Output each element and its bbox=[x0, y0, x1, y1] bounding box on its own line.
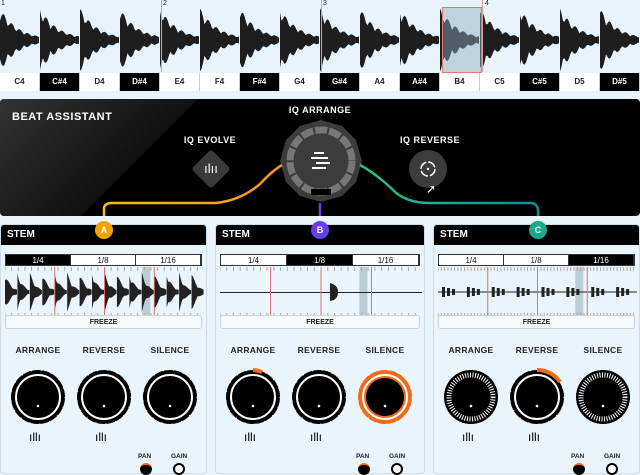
pan-label: PAN bbox=[356, 453, 370, 460]
pan-knob[interactable] bbox=[573, 463, 585, 475]
key-G4[interactable]: G4 bbox=[280, 73, 320, 91]
knob-label-arrange: ARRANGE bbox=[15, 345, 61, 355]
division-tab-1-16[interactable]: 1/16 bbox=[353, 255, 419, 265]
key-E4[interactable]: E4 bbox=[160, 73, 200, 91]
division-tabs: 1/4 1/8 1/16 bbox=[438, 254, 635, 266]
pan-label: PAN bbox=[571, 453, 585, 460]
stem-panel-a: STEM 1/4 1/8 1/16 FREEZE ARRANGE ıllı REVER… bbox=[0, 224, 207, 475]
reverse-knob[interactable] bbox=[75, 368, 133, 426]
stem-waveform[interactable] bbox=[220, 267, 422, 317]
division-tab-1-8[interactable]: 1/8 bbox=[504, 255, 569, 265]
waveform-icon[interactable]: ıllı bbox=[95, 430, 107, 444]
arrange-knob[interactable] bbox=[442, 368, 500, 426]
freeze-button[interactable]: FREEZE bbox=[220, 315, 420, 329]
waveform-icon[interactable]: ıllı bbox=[462, 430, 474, 444]
knob-label-silence: SILENCE bbox=[365, 345, 405, 355]
waveform-icon[interactable]: ıllı bbox=[29, 430, 41, 444]
key-row: C4 C#4 D4 D#4 E4 F4 F#4 G4 G#4 A4 A#4 B4 C5 C#5 D5 D#5 bbox=[0, 73, 640, 91]
selected-slice[interactable] bbox=[442, 7, 482, 73]
waveform-icon[interactable]: ıllı bbox=[528, 430, 540, 444]
waveform-icon[interactable]: ıllı bbox=[244, 430, 256, 444]
silence-knob[interactable] bbox=[574, 368, 632, 426]
stem-badge-a: A bbox=[95, 221, 113, 239]
knob-label-silence: SILENCE bbox=[583, 345, 623, 355]
gain-knob[interactable] bbox=[391, 463, 403, 475]
gain-label: GAIN bbox=[171, 453, 188, 460]
stem-panel-b: STEM 1/4 1/8 1/16 FREEZE ARRANGE ıllı REVER… bbox=[215, 224, 425, 475]
stem-waveform[interactable] bbox=[438, 267, 637, 317]
gain-knob[interactable] bbox=[173, 463, 185, 475]
division-tabs: 1/4 1/8 1/16 bbox=[220, 254, 420, 266]
timeline-waveform bbox=[0, 8, 639, 72]
knob-label-arrange: ARRANGE bbox=[230, 345, 276, 355]
stem-badge-b: B bbox=[311, 221, 329, 239]
division-tab-1-4[interactable]: 1/4 bbox=[439, 255, 504, 265]
stem-waveform[interactable] bbox=[5, 267, 204, 317]
silence-knob[interactable] bbox=[356, 368, 414, 426]
key-C4[interactable]: C4 bbox=[0, 73, 40, 91]
measure-line bbox=[482, 0, 483, 72]
knob-label-reverse: REVERSE bbox=[297, 345, 341, 355]
measure-number: 3 bbox=[323, 0, 327, 7]
key-Dsharp4[interactable]: D#4 bbox=[120, 73, 160, 91]
pan-knob[interactable] bbox=[358, 463, 370, 475]
division-tab-1-4[interactable]: 1/4 bbox=[6, 255, 71, 265]
key-Csharp4[interactable]: C#4 bbox=[40, 73, 80, 91]
division-tab-1-16[interactable]: 1/16 bbox=[569, 255, 634, 265]
key-Asharp4[interactable]: A#4 bbox=[400, 73, 440, 91]
waveform-icon[interactable]: ıllı bbox=[310, 430, 322, 444]
division-tabs: 1/4 1/8 1/16 bbox=[5, 254, 202, 266]
routing-lines bbox=[102, 163, 540, 216]
division-tab-1-8[interactable]: 1/8 bbox=[287, 255, 353, 265]
freeze-button[interactable]: FREEZE bbox=[5, 315, 202, 329]
key-B4[interactable]: B4 bbox=[440, 73, 480, 91]
stem-panel-c: STEM 1/4 1/8 1/16 FREEZE ARRANGE ıllı REVER… bbox=[433, 224, 640, 475]
key-Csharp5[interactable]: C#5 bbox=[520, 73, 560, 91]
freeze-button[interactable]: FREEZE bbox=[438, 315, 635, 329]
arrange-knob[interactable] bbox=[224, 368, 282, 426]
division-tab-1-4[interactable]: 1/4 bbox=[221, 255, 287, 265]
knob-label-silence: SILENCE bbox=[150, 345, 190, 355]
measure-line bbox=[321, 0, 322, 72]
reverse-knob[interactable] bbox=[508, 368, 566, 426]
key-Dsharp5[interactable]: D#5 bbox=[600, 73, 640, 91]
key-Fsharp4[interactable]: F#4 bbox=[240, 73, 280, 91]
timeline-strip[interactable]: 1 2 3 4 C4 C#4 D4 D#4 E4 F4 F#4 G4 G#4 A4 A#4 B4 C5 C… bbox=[0, 0, 640, 96]
key-F4[interactable]: F4 bbox=[200, 73, 240, 91]
silence-knob[interactable] bbox=[141, 368, 199, 426]
key-Gsharp4[interactable]: G#4 bbox=[320, 73, 360, 91]
division-tab-1-16[interactable]: 1/16 bbox=[136, 255, 201, 265]
knob-label-arrange: ARRANGE bbox=[448, 345, 494, 355]
beat-assistant-panel: BEAT ASSISTANT IQ EVOLVE IQ ARRANGE IQ R… bbox=[0, 99, 640, 216]
measure-number: 1 bbox=[1, 0, 5, 7]
key-C5[interactable]: C5 bbox=[480, 73, 520, 91]
stem-badge-c: C bbox=[529, 221, 547, 239]
measure-number: 2 bbox=[163, 0, 167, 7]
pan-label: PAN bbox=[138, 453, 152, 460]
division-tab-1-8[interactable]: 1/8 bbox=[71, 255, 136, 265]
knob-label-reverse: REVERSE bbox=[82, 345, 126, 355]
pan-knob[interactable] bbox=[140, 463, 152, 475]
reverse-knob[interactable] bbox=[290, 368, 348, 426]
arrange-knob[interactable] bbox=[9, 368, 67, 426]
key-D5[interactable]: D5 bbox=[560, 73, 600, 91]
knob-label-reverse: REVERSE bbox=[515, 345, 559, 355]
measure-line bbox=[161, 0, 162, 72]
key-D4[interactable]: D4 bbox=[80, 73, 120, 91]
measure-number: 4 bbox=[485, 0, 489, 7]
gain-knob[interactable] bbox=[606, 463, 618, 475]
gain-label: GAIN bbox=[389, 453, 406, 460]
key-A4[interactable]: A4 bbox=[360, 73, 400, 91]
gain-label: GAIN bbox=[604, 453, 621, 460]
